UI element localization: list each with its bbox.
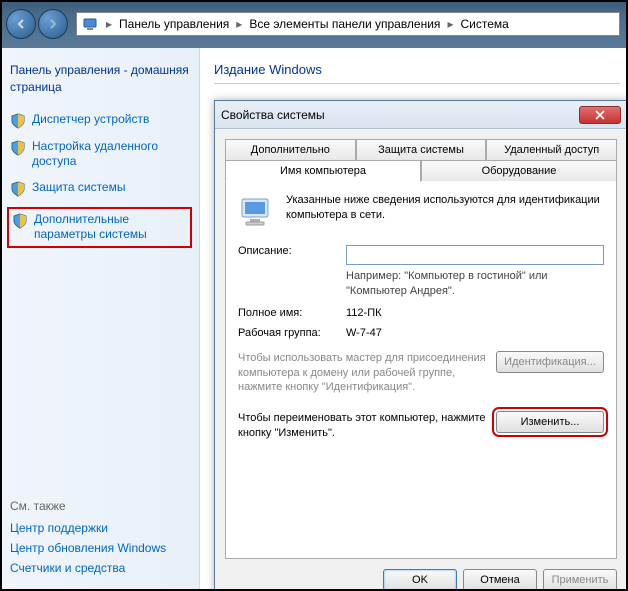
breadcrumb-segment[interactable]: Все элементы панели управления: [245, 17, 444, 31]
footer-link-action-center[interactable]: Центр поддержки: [10, 521, 190, 535]
shield-icon: [10, 113, 26, 129]
cancel-button[interactable]: Отмена: [463, 569, 537, 591]
sidebar-item-label: Дополнительные параметры системы: [34, 212, 187, 243]
tab-advanced[interactable]: Дополнительно: [225, 139, 356, 161]
divider: [214, 83, 620, 84]
content-section-title: Издание Windows: [214, 62, 628, 77]
fullname-value: 112-ПК: [346, 307, 604, 319]
dialog-titlebar[interactable]: Свойства системы: [215, 101, 627, 129]
change-button[interactable]: Изменить...: [496, 411, 604, 433]
sidebar-item-advanced-settings[interactable]: Дополнительные параметры системы: [7, 207, 192, 248]
nav-back-button[interactable]: [6, 9, 36, 39]
identification-text: Чтобы использовать мастер для присоедине…: [238, 351, 488, 396]
tab-system-protection[interactable]: Защита системы: [356, 139, 487, 161]
workgroup-label: Рабочая группа:: [238, 327, 346, 339]
see-also-header: См. также: [10, 499, 190, 513]
fullname-label: Полное имя:: [238, 307, 346, 319]
nav-forward-button[interactable]: [38, 9, 68, 39]
chevron-right-icon: ▸: [444, 17, 456, 31]
change-text: Чтобы переименовать этот компьютер, нажм…: [238, 411, 488, 441]
breadcrumb-segment[interactable]: Система: [456, 17, 512, 31]
computer-icon: [238, 193, 276, 231]
dialog-title: Свойства системы: [221, 108, 579, 122]
apply-button: Применить: [543, 569, 617, 591]
sidebar-item-label: Настройка удаленного доступа: [32, 139, 189, 170]
sidebar: Панель управления - домашняя страница Ди…: [0, 48, 200, 591]
description-label: Описание:: [238, 245, 346, 257]
chevron-right-icon: ▸: [103, 17, 115, 31]
sidebar-home-link[interactable]: Панель управления - домашняя страница: [10, 62, 189, 96]
intro-text: Указанные ниже сведения используются для…: [286, 193, 604, 231]
shield-icon: [10, 140, 26, 156]
tab-panel-computer-name: Указанные ниже сведения используются для…: [225, 181, 617, 559]
chevron-right-icon: ▸: [233, 17, 245, 31]
address-bar[interactable]: ▸ Панель управления ▸ Все элементы панел…: [76, 12, 620, 36]
tab-remote[interactable]: Удаленный доступ: [486, 139, 617, 161]
shield-icon: [12, 213, 28, 229]
shield-icon: [10, 181, 26, 197]
sidebar-item-remote-settings[interactable]: Настройка удаленного доступа: [10, 139, 189, 170]
workgroup-value: W-7-47: [346, 327, 604, 339]
computer-icon: [81, 15, 99, 33]
tab-computer-name[interactable]: Имя компьютера: [225, 160, 421, 182]
identification-button: Идентификация...: [496, 351, 604, 373]
tab-hardware[interactable]: Оборудование: [421, 160, 617, 182]
close-button[interactable]: [579, 106, 621, 124]
footer-link-performance[interactable]: Счетчики и средства: [10, 561, 190, 575]
breadcrumb-segment[interactable]: Панель управления: [115, 17, 233, 31]
sidebar-item-system-protection[interactable]: Защита системы: [10, 180, 189, 197]
description-hint: Например: "Компьютер в гостиной" или "Ко…: [346, 269, 604, 299]
footer-link-windows-update[interactable]: Центр обновления Windows: [10, 541, 190, 555]
sidebar-item-label: Диспетчер устройств: [32, 112, 149, 128]
sidebar-item-label: Защита системы: [32, 180, 125, 196]
sidebar-item-device-manager[interactable]: Диспетчер устройств: [10, 112, 189, 129]
ok-button[interactable]: OK: [383, 569, 457, 591]
description-input[interactable]: [346, 245, 604, 265]
system-properties-dialog: Свойства системы Дополнительно Защита си…: [214, 100, 628, 591]
window-glass-frame: ▸ Панель управления ▸ Все элементы панел…: [0, 0, 628, 48]
